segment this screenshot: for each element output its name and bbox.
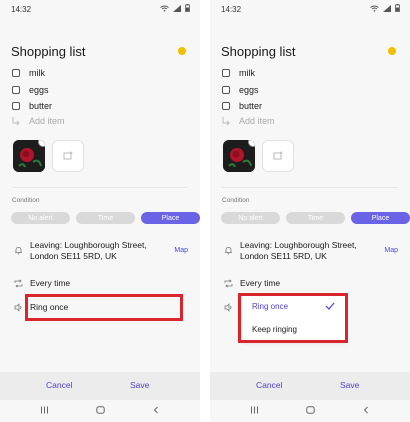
note-title[interactable]: Shopping list bbox=[221, 44, 295, 59]
home-icon[interactable] bbox=[306, 406, 315, 414]
speaker-icon bbox=[14, 303, 22, 312]
screenshot-stage: 14:32 Shopping list milk eggs butter Add… bbox=[0, 0, 410, 422]
battery-icon bbox=[395, 4, 400, 12]
highlight-box bbox=[238, 293, 348, 343]
bottom-action-bar: Cancel Save bbox=[0, 372, 200, 400]
section-divider bbox=[222, 187, 398, 188]
wifi-icon bbox=[370, 5, 379, 12]
list-item[interactable]: butter bbox=[12, 101, 52, 111]
status-bar: 14:32 bbox=[210, 0, 410, 20]
repeat-icon bbox=[224, 279, 233, 288]
wifi-icon bbox=[160, 5, 169, 12]
save-button[interactable]: Save bbox=[340, 380, 359, 390]
item-label[interactable]: milk bbox=[239, 68, 255, 78]
status-time: 14:32 bbox=[11, 5, 32, 14]
back-icon[interactable] bbox=[362, 406, 370, 414]
condition-label: Condition bbox=[12, 197, 40, 204]
battery-icon bbox=[185, 4, 190, 12]
remove-image-badge[interactable] bbox=[38, 140, 45, 147]
home-icon[interactable] bbox=[96, 406, 105, 414]
condition-option-place[interactable]: Place bbox=[351, 212, 410, 224]
panel-divider bbox=[200, 0, 210, 422]
save-button[interactable]: Save bbox=[130, 380, 149, 390]
signal-icon bbox=[383, 4, 391, 12]
list-item[interactable]: milk bbox=[12, 68, 45, 78]
image-add-icon bbox=[273, 151, 283, 160]
attached-image[interactable] bbox=[13, 140, 45, 172]
repeat-icon bbox=[14, 279, 23, 288]
speaker-icon bbox=[224, 303, 232, 312]
add-item-row[interactable]: Add item bbox=[222, 116, 275, 126]
add-item-row[interactable]: Add item bbox=[12, 116, 65, 126]
cancel-button[interactable]: Cancel bbox=[46, 380, 72, 390]
item-label[interactable]: butter bbox=[239, 101, 262, 111]
condition-option-time[interactable]: Time bbox=[286, 212, 345, 224]
condition-segmented-control: No alert Time Place bbox=[221, 212, 410, 224]
bottom-action-bar: Cancel Save bbox=[210, 372, 410, 400]
attached-image[interactable] bbox=[223, 140, 255, 172]
location-text[interactable]: Leaving: Loughborough Street, London SE1… bbox=[30, 240, 170, 262]
status-time: 14:32 bbox=[221, 5, 242, 14]
list-item[interactable]: eggs bbox=[222, 85, 259, 95]
system-nav-bar bbox=[210, 400, 410, 422]
phone-screen-before: 14:32 Shopping list milk eggs butter Add… bbox=[0, 0, 200, 422]
item-label[interactable]: eggs bbox=[29, 85, 49, 95]
item-checkbox[interactable] bbox=[222, 86, 230, 94]
location-text[interactable]: Leaving: Loughborough Street, London SE1… bbox=[240, 240, 380, 262]
item-checkbox[interactable] bbox=[12, 69, 20, 77]
note-color-dot[interactable] bbox=[388, 47, 396, 55]
phone-screen-after: 14:32 Shopping list milk eggs butter Add… bbox=[210, 0, 410, 422]
add-image-button[interactable] bbox=[262, 140, 294, 172]
add-item-placeholder[interactable]: Add item bbox=[239, 116, 275, 126]
repeat-option[interactable]: Every time bbox=[240, 278, 280, 288]
add-arrow-icon bbox=[222, 116, 230, 125]
item-checkbox[interactable] bbox=[12, 102, 20, 110]
condition-option-time[interactable]: Time bbox=[76, 212, 135, 224]
condition-option-no-alert[interactable]: No alert bbox=[11, 212, 70, 224]
list-item[interactable]: milk bbox=[222, 68, 255, 78]
recents-icon[interactable] bbox=[40, 406, 49, 414]
item-label[interactable]: butter bbox=[29, 101, 52, 111]
image-add-icon bbox=[63, 151, 73, 160]
add-arrow-icon bbox=[12, 116, 20, 125]
add-item-placeholder[interactable]: Add item bbox=[29, 116, 65, 126]
item-label[interactable]: milk bbox=[29, 68, 45, 78]
item-label[interactable]: eggs bbox=[239, 85, 259, 95]
item-checkbox[interactable] bbox=[222, 102, 230, 110]
condition-label: Condition bbox=[222, 197, 250, 204]
back-icon[interactable] bbox=[152, 406, 160, 414]
recents-icon[interactable] bbox=[250, 406, 259, 414]
list-item[interactable]: butter bbox=[222, 101, 262, 111]
signal-icon bbox=[173, 4, 181, 12]
bell-icon bbox=[15, 247, 22, 255]
remove-image-badge[interactable] bbox=[248, 140, 255, 147]
add-image-button[interactable] bbox=[52, 140, 84, 172]
system-nav-bar bbox=[0, 400, 200, 422]
item-checkbox[interactable] bbox=[12, 86, 20, 94]
condition-option-place[interactable]: Place bbox=[141, 212, 200, 224]
item-checkbox[interactable] bbox=[222, 69, 230, 77]
map-link[interactable]: Map bbox=[384, 247, 398, 254]
map-link[interactable]: Map bbox=[174, 247, 188, 254]
note-title[interactable]: Shopping list bbox=[11, 44, 85, 59]
condition-segmented-control: No alert Time Place bbox=[11, 212, 200, 224]
repeat-option[interactable]: Every time bbox=[30, 278, 70, 288]
note-color-dot[interactable] bbox=[178, 47, 186, 55]
highlight-box bbox=[25, 294, 183, 321]
status-bar: 14:32 bbox=[0, 0, 200, 20]
condition-option-no-alert[interactable]: No alert bbox=[221, 212, 280, 224]
bell-icon bbox=[225, 247, 232, 255]
section-divider bbox=[12, 187, 188, 188]
cancel-button[interactable]: Cancel bbox=[256, 380, 282, 390]
list-item[interactable]: eggs bbox=[12, 85, 49, 95]
